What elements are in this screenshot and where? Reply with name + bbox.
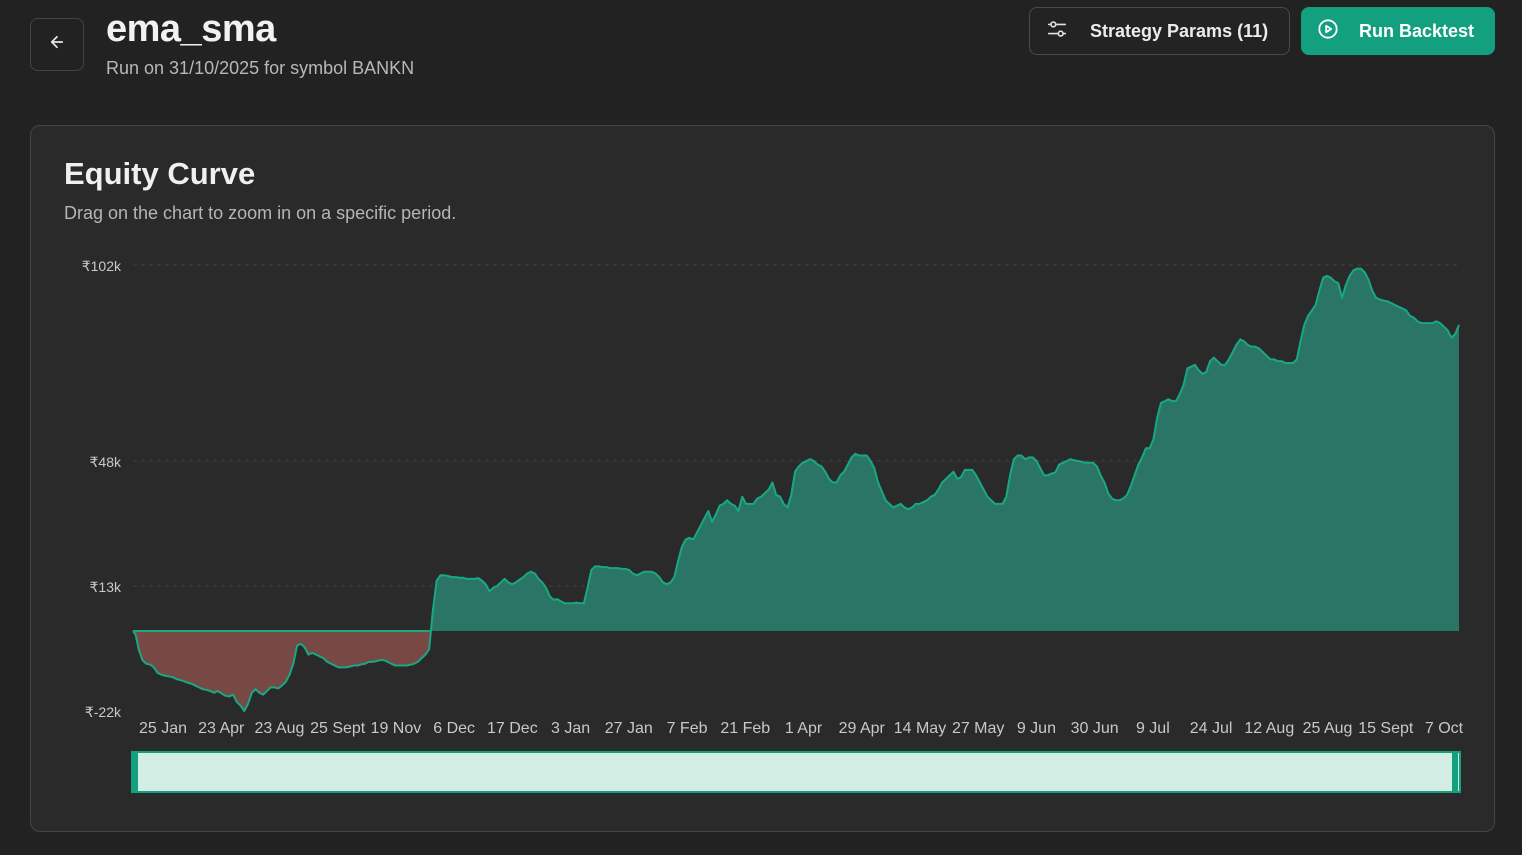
x-tick-label: 24 Jul xyxy=(1190,720,1233,737)
x-tick-label: 23 Aug xyxy=(255,720,305,737)
x-tick-label: 9 Jul xyxy=(1136,720,1170,737)
brush-handle-left xyxy=(132,752,138,792)
x-tick-label: 25 Aug xyxy=(1303,720,1353,737)
y-tick-label: ₹48k xyxy=(90,454,122,470)
equity-curve-chart[interactable]: ₹102k ₹48k ₹13k ₹-22k 25 Jan 23 Apr 23 Aug 25 S… xyxy=(0,0,1522,855)
x-tick-label: 1 Apr xyxy=(785,720,823,737)
x-tick-label: 15 Sept xyxy=(1358,720,1414,737)
y-tick-label: ₹102k xyxy=(82,258,122,274)
x-tick-label: 30 Jun xyxy=(1071,720,1119,737)
x-tick-label: 27 May xyxy=(952,720,1004,737)
y-tick-label: ₹13k xyxy=(90,579,122,595)
x-tick-label: 7 Feb xyxy=(667,720,708,737)
x-tick-label: 25 Sept xyxy=(310,720,366,737)
x-tick-label: 12 Aug xyxy=(1244,720,1294,737)
x-tick-label: 9 Jun xyxy=(1017,720,1056,737)
negative-area xyxy=(133,631,431,711)
x-tick-label: 14 May xyxy=(894,720,946,737)
x-tick-label: 6 Dec xyxy=(433,720,475,737)
x-tick-label: 29 Apr xyxy=(839,720,886,737)
x-tick-label: 25 Jan xyxy=(139,720,187,737)
x-tick-label: 23 Apr xyxy=(198,720,245,737)
x-tick-label: 19 Nov xyxy=(371,720,422,737)
y-tick-label: ₹-22k xyxy=(85,704,122,720)
x-tick-label: 21 Feb xyxy=(720,720,770,737)
brush-handle-right xyxy=(1452,752,1458,792)
x-tick-label: 3 Jan xyxy=(551,720,590,737)
zoom-brush xyxy=(131,751,1461,793)
x-tick-label: 27 Jan xyxy=(605,720,653,737)
x-tick-label: 17 Dec xyxy=(487,720,538,737)
x-tick-label: 7 Oct xyxy=(1425,720,1464,737)
